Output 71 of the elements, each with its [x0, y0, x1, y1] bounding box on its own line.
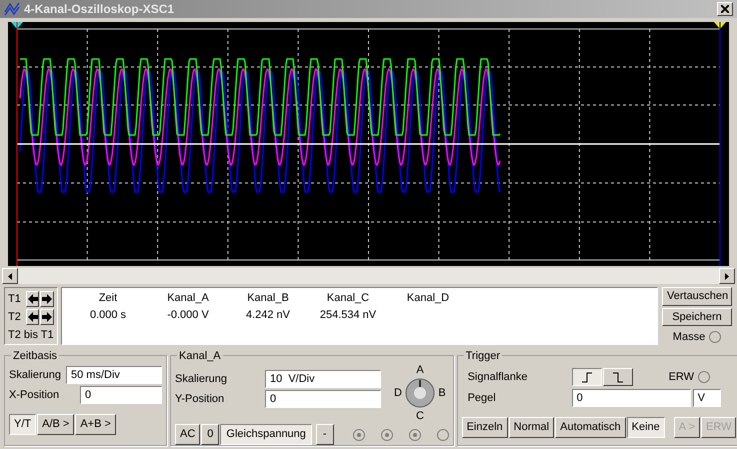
- left-arrow-button[interactable]: [26, 291, 40, 308]
- label: Signalflanke: [468, 370, 529, 385]
- scroll-right-icon[interactable]: [719, 268, 735, 284]
- knob-label: C: [416, 408, 424, 424]
- rising-edge-button[interactable]: [572, 368, 602, 386]
- invert-button[interactable]: -: [316, 424, 334, 445]
- close-icon[interactable]: [721, 5, 729, 13]
- channel-knob-icon[interactable]: [405, 378, 435, 408]
- table-cell-text: 254.534 nV: [320, 308, 376, 322]
- mode-button[interactable]: A/B >: [37, 414, 74, 435]
- group-title: Trigger: [464, 348, 502, 364]
- label: X-Position: [9, 388, 60, 403]
- label: Y-Position: [175, 392, 226, 407]
- trigger-mode-button[interactable]: Keine: [626, 417, 665, 438]
- mode-button[interactable]: Y/T: [9, 414, 36, 435]
- scale-field[interactable]: 10 V/Div: [265, 370, 381, 388]
- unit-field[interactable]: V: [692, 389, 721, 407]
- cursor-marker-icon[interactable]: [714, 22, 726, 266]
- falling-edge-button[interactable]: [602, 368, 633, 386]
- radio-button[interactable]: [408, 428, 421, 440]
- right-arrow-button[interactable]: [40, 308, 54, 325]
- radio-button[interactable]: [352, 428, 365, 440]
- label: Pegel: [468, 390, 497, 406]
- right-arrow-icon[interactable]: [42, 312, 52, 322]
- position-field[interactable]: 0: [265, 390, 381, 408]
- knob-label: D: [394, 386, 402, 401]
- left-arrow-icon[interactable]: [28, 294, 38, 304]
- label: Skalierung: [9, 368, 62, 383]
- trigger-mode-button[interactable]: Automatisch: [555, 417, 626, 438]
- mode-button[interactable]: A+B >: [75, 414, 116, 435]
- trigger-mode-button[interactable]: Einzeln: [462, 417, 508, 438]
- label: Skalierung: [175, 372, 228, 387]
- table-cell-text: -0.000 V: [167, 308, 209, 322]
- app-icon: [4, 2, 20, 16]
- coupling-button[interactable]: Gleichspannung: [220, 424, 312, 445]
- table-cell-text: 4.242 nV: [246, 308, 290, 322]
- label: Masse: [672, 330, 706, 345]
- coupling-button[interactable]: AC: [175, 424, 200, 445]
- window-title: 4-Kanal-Oszilloskop-XSC1: [24, 1, 174, 18]
- label: T1: [8, 292, 22, 307]
- coupling-button[interactable]: 0: [201, 424, 220, 445]
- radio-button[interactable]: [380, 428, 393, 440]
- scroll-left-icon[interactable]: [2, 268, 18, 284]
- action-button[interactable]: Speichern: [662, 308, 732, 326]
- cursor-marker-icon[interactable]: [11, 22, 23, 266]
- group-title: Kanal_A: [177, 348, 223, 364]
- scale-field[interactable]: 50 ms/Div: [66, 366, 162, 384]
- close-button[interactable]: [717, 2, 733, 16]
- knob-label: A: [416, 362, 424, 378]
- label: ERW: [668, 370, 694, 385]
- level-field[interactable]: 0: [572, 389, 691, 407]
- radio-button[interactable]: [698, 371, 710, 383]
- table-cell-text: 0.000 s: [90, 308, 126, 322]
- right-arrow-icon[interactable]: [42, 294, 52, 304]
- right-arrow-button[interactable]: [40, 291, 54, 308]
- left-arrow-button[interactable]: [26, 308, 40, 325]
- column-header: Kanal_A: [167, 291, 209, 306]
- column-header: Kanal_B: [247, 291, 289, 306]
- column-header: Zeit: [98, 291, 118, 306]
- action-button[interactable]: Vertauschen: [662, 287, 732, 306]
- left-arrow-icon[interactable]: [28, 312, 38, 322]
- trigger-mode-button[interactable]: Normal: [508, 417, 554, 438]
- label: T2 bis T1: [8, 328, 54, 343]
- radio-button[interactable]: [436, 428, 449, 440]
- knob-label: B: [438, 386, 446, 401]
- label: T2: [8, 310, 22, 324]
- column-header: Kanal_D: [406, 291, 450, 306]
- radio-button[interactable]: [709, 331, 722, 344]
- horizontal-scrollbar[interactable]: [2, 268, 735, 284]
- column-header: Kanal_C: [326, 291, 370, 306]
- position-field[interactable]: 0: [80, 386, 162, 404]
